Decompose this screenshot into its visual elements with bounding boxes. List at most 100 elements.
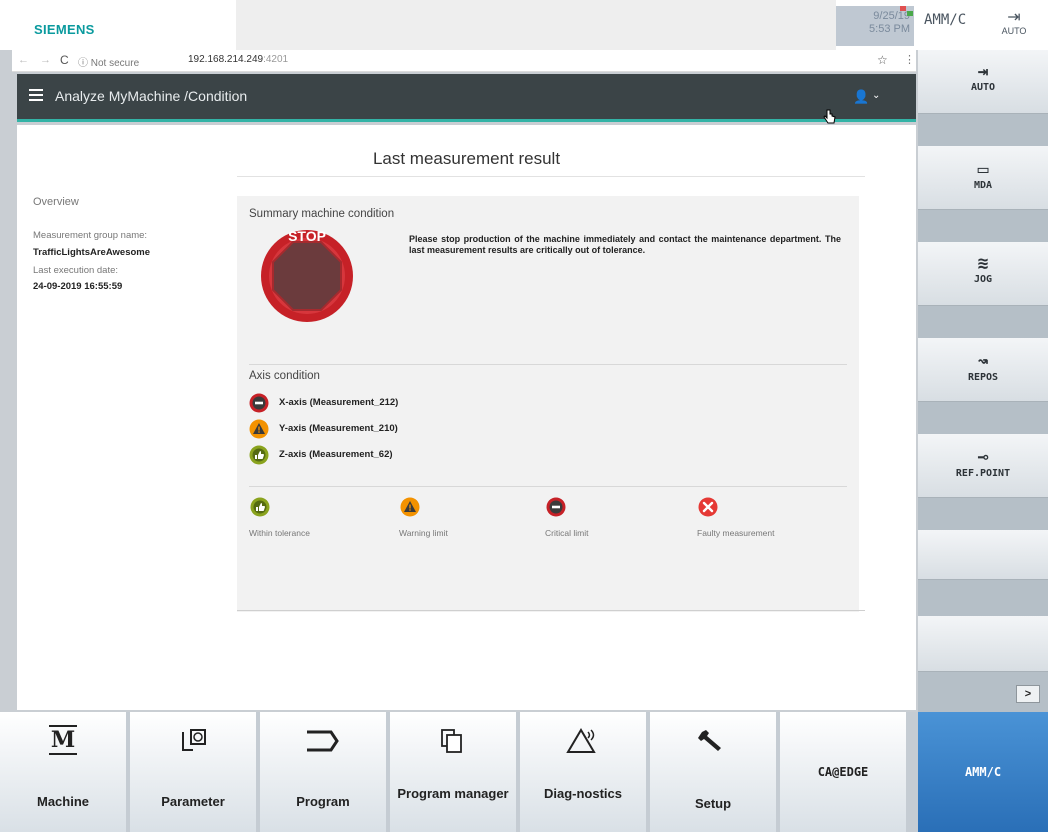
softkey-label: AMM/C: [964, 765, 1002, 779]
user-icon[interactable]: 👤: [853, 89, 869, 105]
error-x-icon: [698, 497, 718, 517]
softkey-label: Setup: [694, 796, 732, 811]
clock-time: 5:53 PM: [869, 23, 910, 35]
top-auto-label: AUTO: [1001, 26, 1027, 36]
softkey-amm-c[interactable]: AMM/C: [918, 712, 1048, 832]
softkey-label: Parameter: [161, 794, 225, 809]
overview-heading: Overview: [33, 196, 79, 208]
url-host: 192.168.214.249: [188, 54, 264, 65]
legend-critical-limit: Critical limit: [545, 497, 588, 541]
page-title: Last measurement result: [372, 149, 561, 168]
mda-screen-icon: ▭: [977, 159, 989, 180]
softkey-machine[interactable]: M Machine: [0, 712, 128, 832]
softkey-empty-6[interactable]: [918, 530, 1048, 580]
repos-arrow-icon: ↝: [977, 351, 989, 372]
address-bar[interactable]: 192.168.214.249:4201: [188, 54, 288, 65]
softkey-setup[interactable]: Setup: [650, 712, 778, 832]
app-title: Analyze MyMachine /Condition: [55, 88, 248, 104]
softkey-gap: [918, 210, 1048, 242]
softkey-repos[interactable]: ↝ REPOS: [918, 338, 1048, 402]
group-name-label: Measurement group name:: [33, 230, 148, 241]
legend-faulty-measurement: Faulty measurement: [697, 497, 774, 541]
legend-within-tolerance: Within tolerance: [249, 497, 310, 541]
softkey-gap: [918, 306, 1048, 338]
summary-message: Please stop production of the machine im…: [409, 234, 841, 255]
softkey-label: MDA: [973, 180, 993, 191]
softkey-ref-point[interactable]: ⊸ REF.POINT: [918, 434, 1048, 498]
critical-icon: [546, 497, 566, 517]
warning-icon: [249, 419, 269, 439]
softkey-label: Program manager: [397, 786, 509, 801]
browser-nav-arrows[interactable]: ← →: [18, 54, 55, 66]
softkey-label: JOG: [973, 274, 993, 285]
softkey-label: REPOS: [967, 372, 999, 383]
network-status-icon: [900, 6, 913, 16]
softkey-gap: [918, 498, 1048, 530]
softkey-gap: [918, 580, 1048, 616]
url-port: :4201: [263, 54, 289, 65]
axis-row-label: Z-axis (Measurement_62): [279, 449, 393, 460]
browser-menu-icon[interactable]: ⋮: [904, 53, 915, 66]
top-auto-indicator: ⇥ AUTO: [994, 10, 1034, 44]
softkey-label: CA@EDGE: [817, 765, 869, 779]
softkey-diagnostics[interactable]: Diag-nostics: [520, 712, 648, 832]
softkey-label: REF.POINT: [955, 468, 1011, 479]
critical-icon: [249, 393, 269, 413]
softkey-gap: [918, 402, 1048, 434]
machine-m-icon: M: [48, 725, 78, 755]
softkey-auto[interactable]: ⇥ AUTO: [918, 50, 1048, 114]
execution-date-label: Last execution date:: [33, 265, 119, 276]
panel-bottom-divider: [237, 610, 865, 611]
softkey-empty-7[interactable]: [918, 616, 1048, 672]
summary-divider: [249, 364, 847, 365]
softkey-mda[interactable]: ▭ MDA: [918, 146, 1048, 210]
program-icon: [260, 726, 386, 763]
stop-label: STOP: [288, 228, 326, 244]
diagnostics-icon: [520, 726, 646, 763]
summary-heading: Summary machine condition: [249, 208, 395, 220]
title-divider: [237, 176, 865, 177]
wrench-icon: [650, 726, 776, 763]
more-softkeys-button[interactable]: >: [1016, 685, 1040, 703]
security-indicator[interactable]: ⓘ Not secure: [78, 54, 139, 69]
group-name-value: TrafficLightsAreAwesome: [33, 247, 151, 258]
bookmark-star-icon[interactable]: ☆: [877, 53, 888, 67]
legend-label: Within tolerance: [249, 528, 310, 538]
softkey-parameter[interactable]: Parameter: [130, 712, 258, 832]
browser-toolbar: ← → C ⓘ Not secure 192.168.214.249:4201 …: [12, 50, 916, 72]
auto-arrow-icon: ⇥: [977, 61, 989, 82]
top-mode-label: AMM/C: [924, 12, 967, 28]
legend-divider: [249, 486, 847, 487]
auto-arrow-icon: ⇥: [1007, 9, 1021, 26]
warning-icon: [400, 497, 420, 517]
legend-label: Critical limit: [545, 528, 589, 538]
execution-date-value: 24-09-2019 16:55:59: [33, 281, 123, 292]
softkey-program-manager[interactable]: Program manager: [390, 712, 518, 832]
legend-label: Faulty measurement: [697, 528, 775, 538]
top-message-area: [236, 0, 836, 50]
screen: SIEMENS 9/25/19 5:53 PM AMM/C ⇥ AUTO ← →…: [0, 0, 1048, 832]
parameter-icon: [130, 726, 256, 763]
thumbs-up-icon: [250, 497, 270, 517]
reload-button[interactable]: C: [60, 53, 69, 67]
jog-wave-icon: ≋: [977, 253, 989, 274]
softkey-ca-edge[interactable]: CA@EDGE: [780, 712, 908, 832]
siemens-logo: SIEMENS: [34, 22, 95, 37]
axis-row-label: Y-axis (Measurement_210): [279, 423, 398, 434]
thumbs-up-icon: [249, 445, 269, 465]
top-bar: SIEMENS 9/25/19 5:53 PM AMM/C ⇥ AUTO: [0, 0, 1048, 50]
condition-panel: Summary machine condition STOP Please st…: [237, 196, 859, 612]
softkey-jog[interactable]: ≋ JOG: [918, 242, 1048, 306]
softkey-program[interactable]: Program: [260, 712, 388, 832]
chevron-down-icon[interactable]: ⌄: [872, 90, 880, 101]
app-header: Analyze MyMachine /Condition 👤 ⌄: [17, 74, 916, 122]
ref-point-icon: ⊸: [977, 447, 989, 468]
softkey-label: Machine: [36, 794, 89, 809]
clock-date: 9/25/19: [873, 10, 910, 22]
legend-warning-limit: Warning limit: [399, 497, 448, 541]
softkey-label: Diag-nostics: [543, 786, 622, 801]
hamburger-menu-icon[interactable]: [29, 89, 43, 101]
softkey-gap: [918, 114, 1048, 146]
program-manager-icon: [390, 726, 516, 763]
softkey-label: Program: [296, 794, 350, 809]
